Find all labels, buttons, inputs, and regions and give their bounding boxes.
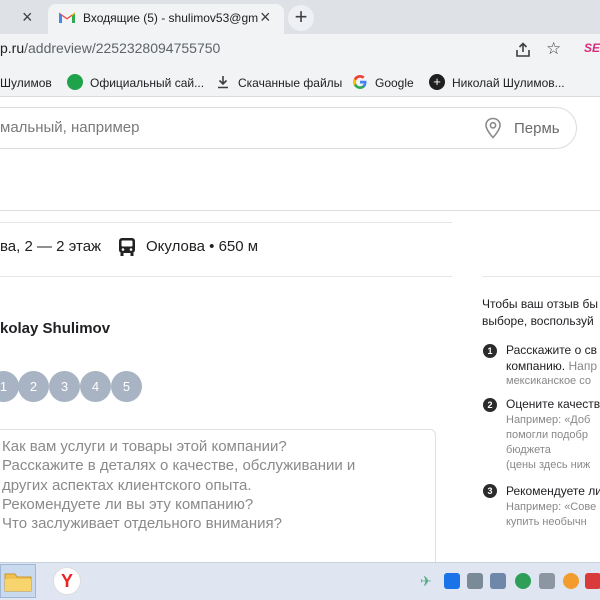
previous-tab[interactable]: × xyxy=(0,0,46,34)
extension-icon[interactable]: SE xyxy=(584,41,600,55)
hint-example: (цены здесь ниж xyxy=(506,459,591,471)
hint-example: Например: «Сове xyxy=(506,501,597,513)
textarea-placeholder-line: Как вам услуги и товары этой компании? xyxy=(2,438,287,455)
rating-button-1[interactable]: 1 xyxy=(0,371,19,402)
hint-title: Рекомендуете ли xyxy=(506,484,600,498)
tray-app-icon[interactable] xyxy=(563,573,579,589)
bus-icon xyxy=(119,238,135,256)
rating-button-5[interactable]: 5 xyxy=(111,371,142,402)
new-tab-button[interactable]: + xyxy=(288,5,314,31)
hint-title: Расскажите о св xyxy=(506,343,597,357)
city-selector[interactable]: Пермь xyxy=(514,120,560,137)
tray-app-icon[interactable]: ✈ xyxy=(420,573,436,589)
browser-tab-strip: × Входящие (5) - shulimov53@gm × + xyxy=(0,0,600,34)
hint-number-badge: 2 xyxy=(483,398,497,412)
tray-app-icon[interactable] xyxy=(490,573,506,589)
hint-intro: Чтобы ваш отзыв бы выборе, воспользуй xyxy=(482,297,598,328)
file-explorer-icon[interactable] xyxy=(0,564,36,598)
download-icon xyxy=(218,76,228,89)
hint-title: компанию. Напр xyxy=(506,359,598,373)
hint-number-badge: 1 xyxy=(483,344,497,358)
gmail-icon xyxy=(59,12,75,23)
textarea-placeholder-line: Расскажите в деталях о качестве, обслужи… xyxy=(2,457,356,474)
hint-example: бюджета xyxy=(506,444,551,456)
bookmark-item[interactable]: Google xyxy=(375,76,414,90)
divider xyxy=(482,276,600,277)
textarea-placeholder-line: Рекомендуете ли вы эту компанию? xyxy=(2,496,254,513)
share-icon[interactable] xyxy=(514,41,532,59)
search-placeholder: мальный, например xyxy=(0,119,140,136)
tray-app-icon[interactable] xyxy=(467,573,483,589)
taskbar xyxy=(0,562,600,600)
google-icon xyxy=(353,75,367,89)
nearest-stop: Окулова • 650 м xyxy=(146,238,259,255)
tray-app-icon[interactable] xyxy=(444,573,460,589)
url-text[interactable]: p.ru/addreview/2252328094755750 xyxy=(0,40,220,56)
textarea-placeholder-line: Что заслуживает отдельного внимания? xyxy=(2,515,283,532)
tray-app-icon[interactable] xyxy=(585,573,600,589)
location-pin-icon xyxy=(485,117,501,139)
hint-title: Оцените качеств xyxy=(506,397,600,411)
tab-title: Входящие (5) - shulimov53@gm xyxy=(83,11,258,25)
active-tab[interactable]: Входящие (5) - shulimov53@gm × xyxy=(48,4,284,34)
bookmark-item[interactable]: Официальный сай... xyxy=(90,76,204,90)
rating-button-4[interactable]: 4 xyxy=(80,371,111,402)
tray-app-icon[interactable] xyxy=(539,573,555,589)
reviewer-name: kolay Shulimov xyxy=(0,320,111,337)
bookmark-item[interactable]: Николай Шулимов... xyxy=(452,76,565,90)
rating-button-3[interactable]: 3 xyxy=(49,371,80,402)
header-divider xyxy=(0,210,600,211)
textarea-placeholder-line: других аспектах клиентского опыта. xyxy=(2,477,252,494)
yandex-browser-icon[interactable]: Y xyxy=(53,567,81,595)
bookmark-star-icon[interactable]: ☆ xyxy=(546,40,561,57)
close-tab-icon[interactable]: × xyxy=(22,8,33,26)
hint-example: купить необычн xyxy=(506,516,587,528)
close-tab-icon[interactable]: × xyxy=(260,8,271,26)
folder-icon xyxy=(4,573,32,592)
divider xyxy=(0,222,452,223)
rating-button-2[interactable]: 2 xyxy=(18,371,49,402)
bookmarks-bar: Шулимов Официальный сай... Скачанные фай… xyxy=(0,67,600,97)
bookmark-item[interactable]: Скачанные файлы xyxy=(238,76,342,90)
company-address: ва, 2 — 2 этаж xyxy=(0,238,102,255)
divider xyxy=(0,276,452,277)
hint-number-badge: 3 xyxy=(483,484,497,498)
green-site-icon xyxy=(67,74,83,90)
bookmark-item[interactable]: Шулимов xyxy=(0,76,52,90)
black-plus-icon: + xyxy=(429,74,445,90)
hint-example: мексиканское со xyxy=(506,375,591,387)
tray-app-icon[interactable] xyxy=(515,573,531,589)
hint-example: Например: «Доб xyxy=(506,414,591,426)
hint-example: помогли подобр xyxy=(506,429,588,441)
